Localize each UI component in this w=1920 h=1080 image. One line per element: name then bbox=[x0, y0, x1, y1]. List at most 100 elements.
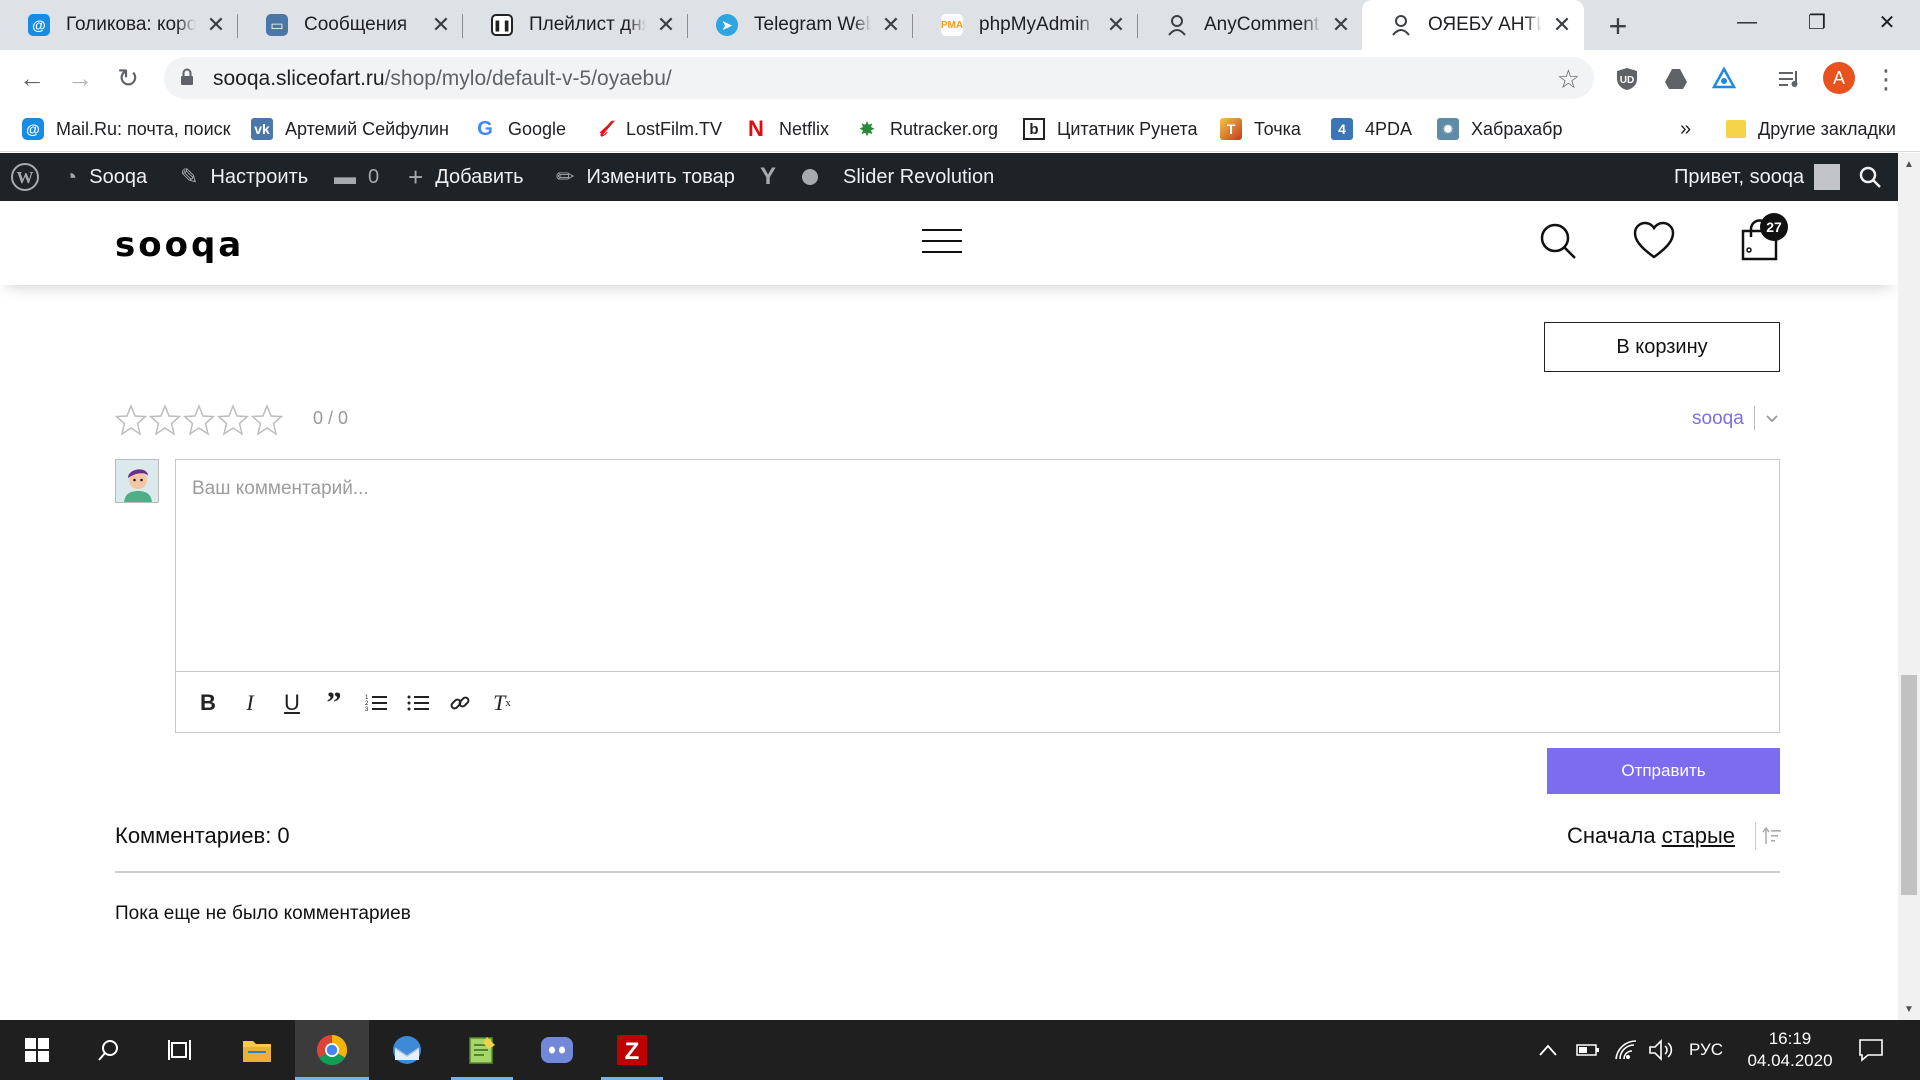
comment-editor[interactable]: Ваш комментарий... B I U ” 123 Tx bbox=[175, 459, 1780, 733]
ordered-list-icon[interactable]: 123 bbox=[362, 689, 390, 717]
bookmark-bash[interactable]: b Цитатник Рунета bbox=[1023, 106, 1198, 152]
admin-search-button[interactable] bbox=[1858, 153, 1882, 201]
site-logo[interactable]: sooqa bbox=[115, 225, 244, 265]
close-icon[interactable]: ✕ bbox=[879, 12, 903, 37]
star-icon[interactable] bbox=[183, 404, 215, 436]
profile-avatar[interactable]: A bbox=[1823, 62, 1855, 94]
address-bar[interactable]: sooqa.sliceofart.ru/shop/mylo/default-v-… bbox=[164, 57, 1594, 99]
admin-account-link[interactable]: Привет, sooqa bbox=[1674, 153, 1841, 201]
tab-2[interactable]: ❚❚ Плейлист дня — Яндекс ✕ bbox=[463, 0, 688, 50]
bookmark-habr[interactable]: ✹ Хабрахабр bbox=[1437, 106, 1562, 152]
language-indicator[interactable]: РУС bbox=[1689, 1020, 1723, 1080]
bold-icon[interactable]: B bbox=[194, 689, 222, 717]
new-tab-button[interactable]: + bbox=[1600, 8, 1636, 44]
tab-0[interactable]: @ Голикова: коронавирус ✕ bbox=[0, 0, 238, 50]
blockquote-icon[interactable]: ” bbox=[320, 686, 348, 719]
submit-comment-button[interactable]: Отправить bbox=[1547, 748, 1780, 794]
reload-button[interactable]: ↻ bbox=[110, 60, 146, 96]
taskbar-filezilla[interactable]: Z bbox=[595, 1020, 669, 1080]
star-icon[interactable] bbox=[217, 404, 249, 436]
start-button[interactable] bbox=[0, 1020, 74, 1080]
rating-stars[interactable] bbox=[115, 404, 283, 436]
media-control-icon[interactable] bbox=[1777, 66, 1803, 92]
close-window-button[interactable]: ✕ bbox=[1852, 0, 1920, 44]
taskbar-search-button[interactable] bbox=[72, 1020, 146, 1080]
star-icon[interactable] bbox=[251, 404, 283, 436]
bookmark-vk[interactable]: vk Артемий Сейфулин bbox=[251, 106, 449, 152]
yoast-button[interactable]: Y bbox=[760, 153, 788, 201]
volume-indicator[interactable] bbox=[1648, 1020, 1674, 1080]
bookmark-mailru[interactable]: @ Mail.Ru: почта, поиск bbox=[22, 106, 231, 152]
taskbar-discord[interactable] bbox=[520, 1020, 594, 1080]
taskbar-notepadpp[interactable] bbox=[445, 1020, 519, 1080]
tab-4[interactable]: PMA phpMyAdmin ✕ bbox=[913, 0, 1138, 50]
sort-order-link[interactable]: старые bbox=[1662, 823, 1735, 848]
battery-indicator[interactable] bbox=[1576, 1020, 1600, 1080]
network-indicator[interactable] bbox=[1614, 1020, 1638, 1080]
bookmark-4pda[interactable]: 4 4PDA bbox=[1331, 106, 1412, 152]
close-icon[interactable]: ✕ bbox=[1104, 12, 1128, 37]
bookmark-google[interactable]: G Google bbox=[474, 106, 566, 152]
taskbar-chrome[interactable] bbox=[295, 1020, 369, 1080]
star-icon[interactable] bbox=[115, 404, 147, 436]
url-text: sooqa.sliceofart.ru/shop/mylo/default-v-… bbox=[213, 67, 672, 91]
seo-status-indicator[interactable] bbox=[802, 153, 818, 201]
bookmarks-overflow-button[interactable]: » bbox=[1680, 106, 1691, 152]
taskbar-thunderbird[interactable] bbox=[370, 1020, 444, 1080]
scroll-thumb[interactable] bbox=[1901, 675, 1917, 895]
task-view-button[interactable] bbox=[144, 1020, 218, 1080]
bookmark-tochka[interactable]: T Точка bbox=[1220, 106, 1301, 152]
italic-icon[interactable]: I bbox=[236, 689, 264, 717]
page-scrollbar[interactable]: ▲ ▼ bbox=[1898, 153, 1920, 1020]
comment-placeholder[interactable]: Ваш комментарий... bbox=[192, 478, 369, 500]
bookmark-netflix[interactable]: N Netflix bbox=[745, 106, 829, 152]
bookmark-lostfilm[interactable]: 𝓁 LostFilm.TV bbox=[592, 106, 722, 152]
tab-1[interactable]: ▭ Сообщения ✕ bbox=[238, 0, 463, 50]
underline-icon[interactable]: U bbox=[278, 689, 306, 717]
comment-user-link[interactable]: sooqa bbox=[1692, 408, 1744, 430]
add-to-cart-button[interactable]: В корзину bbox=[1544, 322, 1780, 372]
link-icon[interactable] bbox=[446, 689, 474, 717]
admin-add-new-link[interactable]: + Добавить bbox=[408, 153, 524, 201]
scroll-up-arrow-icon[interactable]: ▲ bbox=[1898, 153, 1920, 175]
sort-icon[interactable] bbox=[1762, 826, 1782, 846]
restore-button[interactable]: ❐ bbox=[1782, 0, 1852, 44]
clock[interactable]: 16:19 04.04.2020 bbox=[1740, 1028, 1840, 1072]
minimize-button[interactable]: — bbox=[1712, 0, 1782, 44]
ublock-icon[interactable]: UD bbox=[1614, 66, 1640, 92]
admin-slider-link[interactable]: Slider Revolution bbox=[843, 153, 994, 201]
admin-customize-link[interactable]: ✎ Настроить bbox=[180, 153, 308, 201]
search-icon[interactable] bbox=[1536, 219, 1580, 263]
browser-toolbar: ← → ↻ sooqa.sliceofart.ru/shop/mylo/defa… bbox=[0, 50, 1920, 106]
forward-button[interactable]: → bbox=[62, 60, 98, 96]
chevron-down-icon[interactable] bbox=[1764, 410, 1780, 426]
admin-edit-link[interactable]: ✏ Изменить товар bbox=[556, 153, 735, 201]
tab-5[interactable]: AnyComment — плагин ✕ bbox=[1138, 0, 1363, 50]
close-icon[interactable]: ✕ bbox=[1550, 12, 1574, 37]
back-button[interactable]: ← bbox=[14, 60, 50, 96]
wordpress-logo-button[interactable]: W bbox=[10, 153, 40, 201]
extension-icon[interactable] bbox=[1711, 66, 1737, 92]
menu-kebab-icon[interactable]: ⋮ bbox=[1873, 64, 1899, 94]
tab-6-active[interactable]: ОЯЕБУ АНТИКРИЗИС ✕ bbox=[1362, 0, 1584, 50]
hamburger-menu-icon[interactable] bbox=[922, 229, 962, 253]
clear-format-icon[interactable]: Tx bbox=[488, 689, 516, 717]
taskbar-explorer[interactable] bbox=[220, 1020, 294, 1080]
close-icon[interactable]: ✕ bbox=[429, 12, 453, 37]
other-bookmarks[interactable]: Другие закладки bbox=[1726, 106, 1896, 152]
bookmark-rutracker[interactable]: ✸ Rutracker.org bbox=[856, 106, 998, 152]
admin-site-link[interactable]: ◔ Sooqa bbox=[64, 153, 147, 201]
heart-icon[interactable] bbox=[1632, 219, 1676, 263]
bullet-list-icon[interactable] bbox=[404, 689, 432, 717]
drive-icon[interactable] bbox=[1663, 66, 1689, 92]
scroll-down-arrow-icon[interactable]: ▼ bbox=[1898, 998, 1920, 1020]
tray-overflow-button[interactable] bbox=[1538, 1020, 1558, 1080]
bookmark-star-icon[interactable]: ☆ bbox=[1557, 64, 1580, 95]
tab-3[interactable]: ➤ Telegram Web ✕ bbox=[688, 0, 913, 50]
close-icon[interactable]: ✕ bbox=[654, 12, 678, 37]
star-icon[interactable] bbox=[149, 404, 181, 436]
close-icon[interactable]: ✕ bbox=[204, 12, 228, 37]
admin-comments-link[interactable]: ▬ 0 bbox=[334, 153, 379, 201]
action-center-button[interactable] bbox=[1858, 1020, 1884, 1080]
close-icon[interactable]: ✕ bbox=[1329, 12, 1353, 37]
